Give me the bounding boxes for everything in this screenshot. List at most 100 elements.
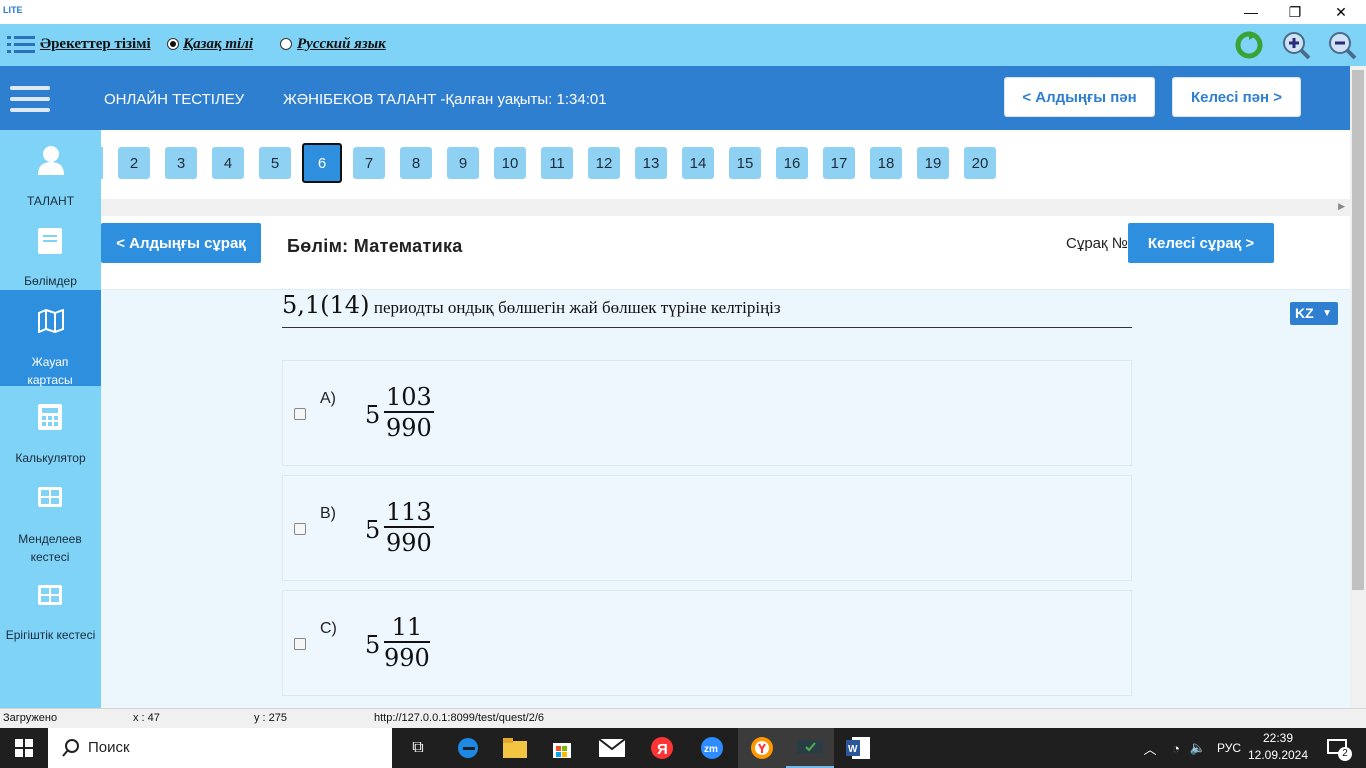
horizontal-scrollbar[interactable]: ▶ (101, 199, 1350, 216)
taskbar-search[interactable]: Поиск (48, 728, 392, 768)
notifications-icon[interactable]: 2 (1318, 728, 1358, 768)
actions-menu-link[interactable]: Әрекеттер тізімі (40, 36, 151, 53)
question-number-button[interactable]: 17 (823, 147, 855, 179)
next-question-button[interactable]: Келесі сұрақ > (1128, 223, 1274, 263)
language-select-value: KZ (1295, 305, 1314, 321)
notification-count: 2 (1338, 747, 1352, 761)
question-number-button[interactable]: 20 (964, 147, 996, 179)
zoom-out-icon[interactable] (1327, 30, 1357, 60)
scrollbar-thumb[interactable] (1352, 70, 1364, 590)
vertical-scrollbar[interactable] (1350, 66, 1366, 708)
option-numerator: 113 (384, 498, 434, 528)
cursor-y: y : 275 (254, 712, 288, 724)
option-b-checkbox[interactable] (294, 523, 306, 535)
question-number-button[interactable]: 5 (259, 147, 291, 179)
option-c-checkbox[interactable] (294, 638, 306, 650)
question-number-button[interactable]: 11 (541, 147, 573, 179)
clock-date[interactable]: 12.09.2024 (1244, 748, 1312, 762)
task-view-icon[interactable]: ⧉ (396, 728, 440, 768)
section-title: Бөлім: Математика (287, 236, 463, 256)
answer-option-a[interactable]: A) 5 103 990 (282, 360, 1132, 466)
refresh-icon[interactable] (1234, 30, 1264, 60)
status-text: Загружено (3, 712, 58, 724)
yandex-icon[interactable]: Я (640, 728, 684, 768)
windows-start-icon[interactable] (0, 728, 48, 768)
question-number-button[interactable]: 10 (494, 147, 526, 179)
cursor-x: x : 47 (133, 712, 160, 724)
sidebar-item-user[interactable]: ТАЛАНТ (0, 130, 101, 210)
list-icon[interactable] (7, 35, 35, 55)
window-titlebar: LITE — ❐ ✕ (0, 0, 1366, 24)
option-numerator: 103 (384, 383, 434, 413)
question-number-label: Сұрақ № (1066, 235, 1128, 252)
sidebar-item-calculator[interactable]: Калькулятор (0, 386, 101, 466)
lang-ru-label[interactable]: Русский язык (297, 36, 386, 53)
question-number-button[interactable]: 16 (776, 147, 808, 179)
option-letter: A) (320, 390, 336, 407)
question-number-button[interactable]: 15 (729, 147, 761, 179)
yandex-browser-icon[interactable] (738, 728, 786, 768)
svg-text:zm: zm (704, 744, 718, 755)
table-icon (38, 487, 62, 507)
zoom-app-icon[interactable]: zm (690, 728, 734, 768)
calculator-icon (38, 404, 62, 430)
option-fraction: 103 990 (384, 383, 434, 443)
zoom-in-icon[interactable] (1281, 30, 1311, 60)
question-number-button[interactable]: 8 (400, 147, 432, 179)
option-fraction: 11 990 (384, 613, 430, 673)
question-number-button[interactable]: 2 (118, 147, 150, 179)
active-app-icon[interactable] (786, 728, 834, 768)
option-whole: 5 (365, 401, 381, 429)
answer-option-c[interactable]: C) 5 11 990 (282, 590, 1132, 696)
clock-time[interactable]: 22:39 (1248, 731, 1308, 745)
option-a-checkbox[interactable] (294, 408, 306, 420)
lang-kz-radio[interactable] (167, 38, 179, 50)
svg-text:W: W (848, 744, 858, 755)
question-number-button[interactable]: 6 (302, 143, 342, 183)
prev-subject-button[interactable]: < Алдыңғы пән (1004, 77, 1155, 117)
prev-question-button[interactable]: < Алдыңғы сұрақ (101, 223, 261, 263)
question-button-partial (101, 147, 103, 179)
question-number-button[interactable]: 12 (588, 147, 620, 179)
option-numerator: 11 (384, 613, 430, 643)
option-denominator: 990 (384, 644, 430, 672)
app-logo: LITE (3, 5, 23, 15)
restore-button[interactable]: ❐ (1272, 0, 1318, 24)
chevron-up-icon[interactable]: ︿ (1140, 728, 1160, 768)
keyboard-language[interactable]: РУС (1212, 728, 1246, 768)
sidebar-item-solubility[interactable]: Ерігіштік кестесі (0, 562, 101, 642)
hamburger-icon[interactable] (10, 86, 50, 112)
wifi-icon[interactable]: ◔ (1164, 728, 1188, 768)
folder-icon[interactable] (493, 728, 537, 768)
question-number-button[interactable]: 4 (212, 147, 244, 179)
lang-kz-label[interactable]: Қазақ тілі (183, 36, 253, 53)
minimize-button[interactable]: — (1228, 0, 1274, 24)
edge-icon[interactable] (446, 728, 490, 768)
sidebar-item-mendeleev[interactable]: Менделеев кестесі (0, 466, 101, 564)
question-number-button[interactable]: 18 (870, 147, 902, 179)
option-whole: 5 (365, 516, 381, 544)
question-number-button[interactable]: 19 (917, 147, 949, 179)
word-icon[interactable]: W (836, 728, 880, 768)
search-icon (62, 739, 79, 757)
store-icon[interactable] (540, 728, 584, 768)
close-button[interactable]: ✕ (1318, 0, 1364, 24)
question-number-button[interactable]: 13 (635, 147, 667, 179)
language-select[interactable]: KZ ▼ (1290, 302, 1338, 325)
next-subject-button[interactable]: Келесі пән > (1172, 77, 1301, 117)
question-number-button[interactable]: 7 (353, 147, 385, 179)
scroll-right-icon[interactable]: ▶ (1338, 201, 1345, 212)
status-bar (0, 708, 1366, 728)
question-number-button[interactable]: 9 (447, 147, 479, 179)
sidebar-item-answer-card[interactable]: Жауап картасы (0, 290, 101, 387)
option-letter: B) (320, 505, 336, 522)
volume-icon[interactable]: 🔈 (1188, 728, 1208, 768)
search-placeholder: Поиск (88, 739, 130, 756)
mail-icon[interactable] (590, 728, 634, 768)
question-number-button[interactable]: 14 (682, 147, 714, 179)
question-number-button[interactable]: 3 (165, 147, 197, 179)
answer-option-b[interactable]: B) 5 113 990 (282, 475, 1132, 581)
lang-ru-radio[interactable] (280, 38, 292, 50)
option-denominator: 990 (386, 529, 432, 557)
sidebar-item-sections[interactable]: Бөлімдер (0, 210, 101, 290)
